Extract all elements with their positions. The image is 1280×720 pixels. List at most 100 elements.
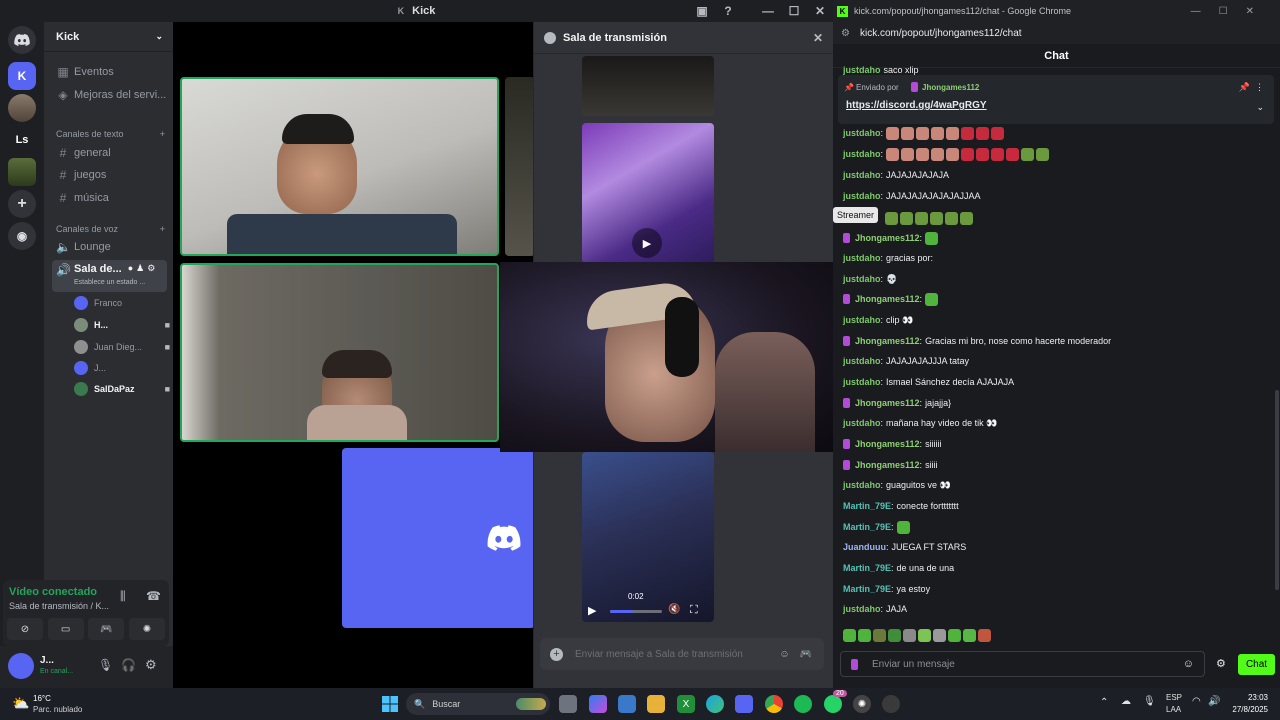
chat-username[interactable]: justdaho: [843, 315, 881, 325]
chat-username[interactable]: justdaho: [843, 604, 881, 614]
gear-icon[interactable]: ⚙: [145, 657, 157, 673]
noise-suppression-icon[interactable]: ⫼: [120, 589, 126, 604]
emote-icon[interactable]: [960, 211, 973, 225]
microphone-icon[interactable]: 🎙: [98, 658, 113, 672]
emote-icon[interactable]: [976, 147, 990, 161]
emote-icon[interactable]: [1036, 147, 1050, 161]
voice-location[interactable]: Sala de transmisión / K...: [9, 601, 109, 611]
emote-icon[interactable]: [903, 629, 916, 642]
chat-username[interactable]: justdaho: [843, 480, 881, 490]
voice-channel-lounge[interactable]: 🔈 Lounge: [52, 237, 167, 257]
emote-icon[interactable]: [888, 629, 901, 642]
emote-icon[interactable]: [886, 126, 900, 140]
close-button[interactable]: ✕: [807, 4, 833, 18]
emote-icon[interactable]: [885, 211, 898, 225]
chatgpt-icon[interactable]: ✺: [853, 695, 871, 713]
more-options-icon[interactable]: ⋮: [1255, 82, 1264, 93]
disconnect-icon[interactable]: ☎: [146, 589, 161, 603]
chat-username[interactable]: Martin_79E: [843, 522, 891, 532]
emote-icon[interactable]: [901, 147, 915, 161]
video-attachment-playing[interactable]: 0:02 ▶ 🔇 ⛶: [582, 452, 714, 622]
emote-icon[interactable]: [843, 629, 856, 642]
emote-icon[interactable]: [931, 147, 945, 161]
emote-icon[interactable]: [961, 147, 975, 161]
screen-share-icon[interactable]: ▭: [47, 618, 84, 640]
video-tile-active[interactable]: [180, 77, 499, 256]
emote-icon[interactable]: [991, 126, 1005, 140]
emote-icon[interactable]: [900, 211, 913, 225]
task-view-icon[interactable]: [559, 695, 577, 713]
emote-icon[interactable]: [915, 211, 928, 225]
add-member-icon[interactable]: ♟: [136, 263, 144, 274]
chat-username[interactable]: justdaho: [843, 253, 881, 263]
emote-icon[interactable]: [946, 126, 960, 140]
nav-events[interactable]: ▦ Eventos: [52, 62, 167, 82]
pinned-sender[interactable]: Jhongames112: [922, 83, 979, 92]
video-attachment[interactable]: [582, 56, 714, 116]
chevron-down-icon[interactable]: ⌄: [1256, 102, 1264, 113]
gear-icon[interactable]: ⚙: [147, 263, 155, 274]
headphones-icon[interactable]: 🎧: [121, 658, 136, 672]
chat-username[interactable]: justdaho: [843, 191, 881, 201]
voice-user[interactable]: H... ■: [74, 316, 170, 334]
floating-camera-overlay[interactable]: [500, 262, 837, 452]
language-top[interactable]: ESP: [1166, 693, 1182, 702]
edge-icon[interactable]: [706, 695, 724, 713]
emote-icon[interactable]: [916, 147, 930, 161]
voice-user[interactable]: Juan Dieg... ■: [74, 338, 170, 356]
emote-icon[interactable]: [991, 147, 1005, 161]
microphone-icon[interactable]: 🎙: [1143, 696, 1156, 707]
play-icon[interactable]: ▶: [588, 604, 596, 617]
emote-icon[interactable]: [858, 629, 871, 642]
onedrive-icon[interactable]: ☁: [1121, 696, 1131, 707]
chat-scrollbar[interactable]: [1275, 390, 1279, 590]
chat-username[interactable]: Martin_79E: [843, 501, 891, 511]
video-progress[interactable]: [610, 610, 662, 613]
pin-icon[interactable]: 📌: [1239, 82, 1250, 93]
copilot-icon[interactable]: [589, 695, 607, 713]
add-server-icon[interactable]: +: [8, 190, 36, 218]
site-info-icon[interactable]: ⚙: [841, 28, 850, 39]
chat-username[interactable]: Jhongames112: [855, 294, 920, 304]
channel-general[interactable]: # general: [52, 143, 167, 163]
url-text[interactable]: kick.com/popout/jhongames112/chat: [860, 28, 1022, 39]
thread-message-input[interactable]: + Enviar mensaje a Sala de transmisión ☺…: [540, 638, 824, 670]
send-chat-button[interactable]: Chat: [1238, 654, 1275, 675]
chat-username[interactable]: justdaho: [843, 170, 881, 180]
discord-taskbar-icon[interactable]: [735, 695, 753, 713]
explore-icon[interactable]: ◉: [8, 222, 36, 250]
chat-username[interactable]: justdaho: [843, 377, 881, 387]
emote-icon[interactable]: [896, 520, 910, 534]
camera-off-icon[interactable]: ⊘: [7, 618, 43, 640]
discord-home-icon[interactable]: [8, 26, 36, 54]
emote-icon[interactable]: [948, 629, 961, 642]
add-channel-icon[interactable]: +: [160, 129, 165, 139]
xbox-icon[interactable]: X: [677, 695, 695, 713]
emote-icon[interactable]: [931, 126, 945, 140]
server-kick[interactable]: K: [8, 62, 36, 90]
windows-start-icon[interactable]: [381, 695, 399, 713]
address-bar[interactable]: ⚙ kick.com/popout/jhongames112/chat: [833, 22, 1280, 44]
chat-username[interactable]: Jhongames112: [855, 336, 920, 346]
add-attachment-icon[interactable]: +: [550, 647, 563, 661]
voice-user[interactable]: SalDaPaz ■: [74, 380, 170, 398]
weather-temp[interactable]: 16°C: [33, 694, 51, 703]
emote-icon[interactable]: [1021, 147, 1035, 161]
channel-juegos[interactable]: # juegos: [52, 165, 167, 185]
channel-musica[interactable]: # música: [52, 188, 167, 208]
chrome-icon[interactable]: [765, 695, 783, 713]
soundboard-icon[interactable]: ✺: [128, 618, 165, 640]
whatsapp-icon[interactable]: [824, 695, 842, 713]
chat-username[interactable]: Martin_79E: [843, 563, 891, 573]
guild-header[interactable]: Kick ⌄: [44, 22, 173, 52]
chat-username[interactable]: justdaho: [843, 128, 881, 138]
chat-username[interactable]: Martin_79E: [843, 584, 891, 594]
weather-icon[interactable]: ⛅: [12, 695, 29, 712]
file-explorer-icon[interactable]: [647, 695, 665, 713]
obs-icon[interactable]: [882, 695, 900, 713]
emote-icon[interactable]: [873, 629, 886, 642]
close-icon[interactable]: ✕: [813, 31, 823, 45]
emote-icon[interactable]: [946, 147, 960, 161]
emote-icon[interactable]: [945, 211, 958, 225]
gamepad-icon[interactable]: 🎮: [800, 649, 812, 660]
